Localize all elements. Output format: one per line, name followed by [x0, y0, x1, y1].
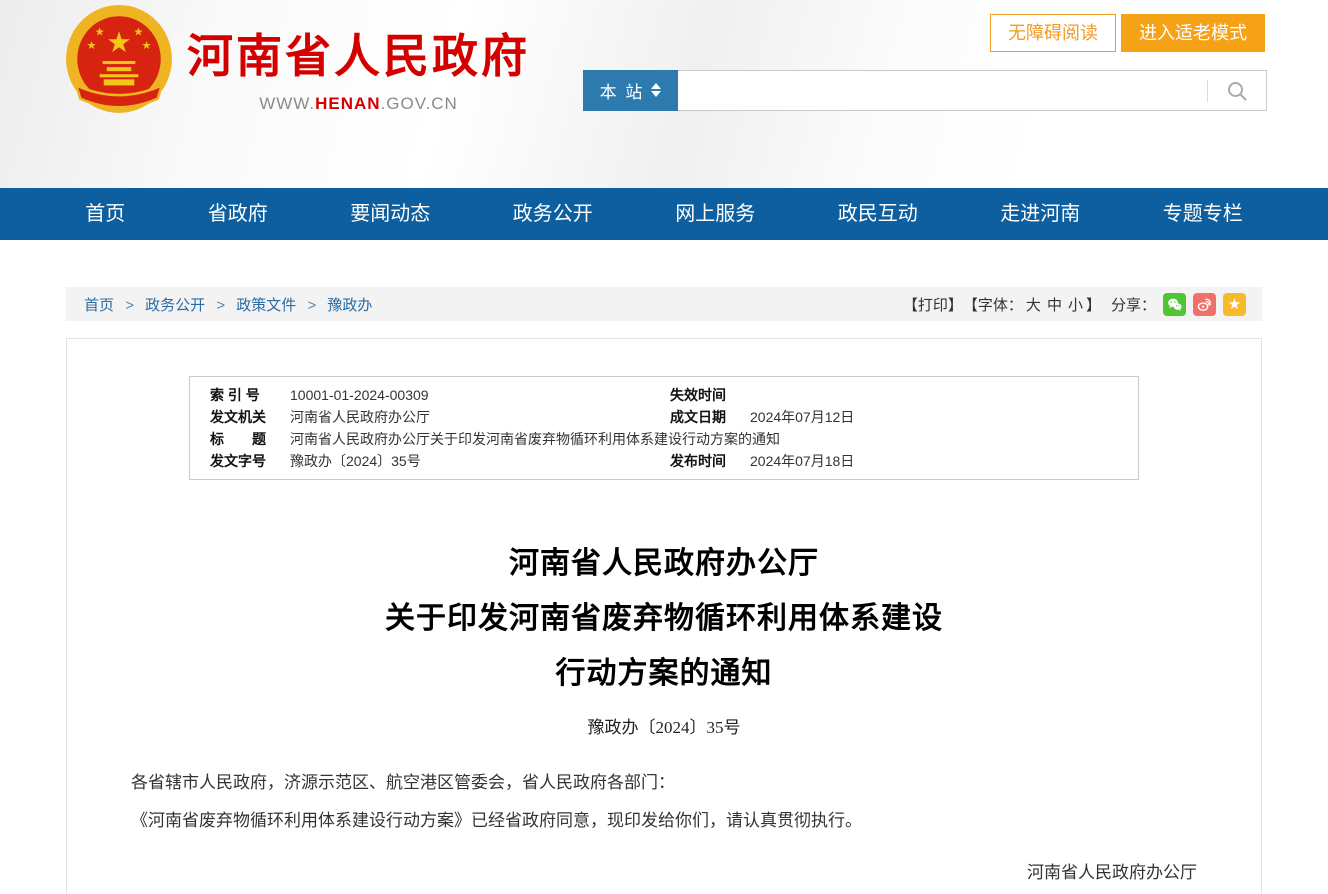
- meta-label-publish-date: 发布时间: [670, 450, 750, 472]
- meta-row-agency: 发文机关 河南省人民政府办公厅 成文日期 2024年07月12日: [190, 406, 1138, 428]
- brand[interactable]: ★ ★ ★ ★ ★ 河南省人民政府 WWW.HENAN.GOV.CN: [63, 4, 530, 118]
- document-title-line: 行动方案的通知: [67, 646, 1261, 701]
- elder-mode-button[interactable]: 进入适老模式: [1121, 14, 1265, 52]
- page: ★ ★ ★ ★ ★ 河南省人民政府 WWW.HENAN.GOV.CN 无障碍阅读…: [0, 0, 1328, 894]
- document-paragraph: 各省辖市人民政府，济源示范区、航空港区管委会，省人民政府各部门：: [97, 764, 1231, 802]
- font-size-small[interactable]: 小: [1068, 297, 1083, 314]
- chevron-updown-icon: [651, 83, 661, 97]
- breadcrumb-separator: >: [216, 297, 225, 314]
- weibo-icon: [1196, 296, 1213, 313]
- doc-meta-box: 索 引 号 10001-01-2024-00309 失效时间 发文机关 河南省人…: [189, 376, 1139, 480]
- meta-value-date-written: 2024年07月12日: [750, 406, 1138, 428]
- font-size-control: 【字体：大中小】: [963, 294, 1101, 315]
- meta-value-index-number: 10001-01-2024-00309: [290, 384, 670, 406]
- nav-item-provincial-government[interactable]: 省政府: [198, 188, 278, 240]
- site-url-highlight: HENAN: [315, 94, 380, 113]
- search-button[interactable]: [1208, 71, 1266, 110]
- star-icon: ★: [1228, 297, 1241, 312]
- nav-item-discover-henan[interactable]: 走进河南: [990, 188, 1090, 240]
- font-size-medium[interactable]: 中: [1047, 297, 1062, 314]
- svg-text:★: ★: [133, 27, 143, 39]
- breadcrumb-separator: >: [125, 297, 134, 314]
- meta-row-doc-number: 发文字号 豫政办〔2024〕35号 发布时间 2024年07月18日: [190, 450, 1138, 472]
- document-title-line: 河南省人民政府办公厅: [67, 536, 1261, 591]
- favorite-share-button[interactable]: ★: [1223, 293, 1246, 316]
- nav-item-gov-affairs-disclosure[interactable]: 政务公开: [503, 188, 603, 240]
- document-title-line: 关于印发河南省废弃物循环利用体系建设: [67, 591, 1261, 646]
- print-button[interactable]: 【打印】: [903, 294, 963, 315]
- meta-label-doc-number: 发文字号: [190, 450, 290, 472]
- signature-org: 河南省人民政府办公厅: [1027, 854, 1197, 892]
- nav-item-public-interaction[interactable]: 政民互动: [828, 188, 928, 240]
- nav-item-home[interactable]: 首页: [75, 188, 135, 240]
- meta-label-date-written: 成文日期: [670, 406, 750, 428]
- meta-row-index: 索 引 号 10001-01-2024-00309 失效时间: [190, 384, 1138, 406]
- search-scope-select[interactable]: 本 站: [583, 70, 678, 111]
- wechat-icon: [1166, 296, 1183, 313]
- main-nav: 首页 省政府 要闻动态 政务公开 网上服务 政民互动 走进河南 专题专栏: [0, 188, 1328, 240]
- meta-value-title: 河南省人民政府办公厅关于印发河南省废弃物循环利用体系建设行动方案的通知: [290, 428, 1138, 450]
- meta-value-doc-number: 豫政办〔2024〕35号: [290, 450, 670, 472]
- meta-row-title: 标 题 河南省人民政府办公厅关于印发河南省废弃物循环利用体系建设行动方案的通知: [190, 428, 1138, 450]
- document-signature: 河南省人民政府办公厅 2024年7月12日: [67, 854, 1261, 894]
- search-input[interactable]: [678, 71, 1207, 110]
- breadcrumb-policy-files[interactable]: 政策文件: [236, 297, 296, 314]
- svg-text:★: ★: [87, 40, 97, 52]
- meta-label-issuing-agency: 发文机关: [190, 406, 290, 428]
- accessibility-button[interactable]: 无障碍阅读: [990, 14, 1116, 52]
- meta-label-expiry-date: 失效时间: [670, 384, 750, 406]
- nav-item-online-services[interactable]: 网上服务: [665, 188, 765, 240]
- site-url-suffix: .GOV.CN: [381, 94, 458, 113]
- breadcrumb: 首页 > 政务公开 > 政策文件 > 豫政办: [84, 294, 372, 315]
- svg-text:★: ★: [106, 27, 132, 59]
- meta-value-expiry-date: [750, 384, 1138, 406]
- font-size-large[interactable]: 大: [1026, 297, 1041, 314]
- brand-text: 河南省人民政府 WWW.HENAN.GOV.CN: [187, 4, 530, 114]
- meta-value-publish-date: 2024年07月18日: [750, 450, 1138, 472]
- doc-meta-table: 索 引 号 10001-01-2024-00309 失效时间 发文机关 河南省人…: [190, 384, 1138, 472]
- site-header: ★ ★ ★ ★ ★ 河南省人民政府 WWW.HENAN.GOV.CN 无障碍阅读…: [0, 0, 1328, 188]
- meta-value-issuing-agency: 河南省人民政府办公厅: [290, 406, 670, 428]
- document-paragraph: 《河南省废弃物循环利用体系建设行动方案》已经省政府同意，现印发给你们，请认真贯彻…: [97, 802, 1231, 840]
- site-title: 河南省人民政府: [187, 20, 530, 86]
- meta-label-index-number: 索 引 号: [190, 384, 290, 406]
- document-body: 各省辖市人民政府，济源示范区、航空港区管委会，省人民政府各部门： 《河南省废弃物…: [67, 764, 1261, 840]
- nav-item-news[interactable]: 要闻动态: [340, 188, 440, 240]
- share-label: 分享：: [1111, 294, 1156, 315]
- breadcrumb-bar: 首页 > 政务公开 > 政策文件 > 豫政办 【打印】 【字体：大中小】 分享：: [66, 287, 1262, 321]
- meta-label-title: 标 题: [190, 428, 290, 450]
- document-title: 河南省人民政府办公厅 关于印发河南省废弃物循环利用体系建设 行动方案的通知: [67, 536, 1261, 701]
- search-icon: [1226, 80, 1248, 102]
- font-label-prefix: 【字体：: [963, 297, 1023, 314]
- page-tools: 【打印】 【字体：大中小】 分享：: [899, 293, 1246, 316]
- svg-text:★: ★: [95, 27, 105, 39]
- breadcrumb-yuzhengban[interactable]: 豫政办: [327, 297, 372, 314]
- national-emblem-logo: ★ ★ ★ ★ ★: [63, 4, 175, 118]
- nav-item-special-topics[interactable]: 专题专栏: [1153, 188, 1253, 240]
- font-label-suffix: 】: [1086, 297, 1101, 314]
- site-url: WWW.HENAN.GOV.CN: [187, 94, 530, 114]
- site-url-prefix: WWW.: [259, 94, 315, 113]
- breadcrumb-gov-affairs[interactable]: 政务公开: [145, 297, 205, 314]
- svg-text:★: ★: [141, 40, 151, 52]
- wechat-share-button[interactable]: [1163, 293, 1186, 316]
- search-scope-label: 本 站: [600, 78, 645, 103]
- header-quick-buttons: 无障碍阅读 进入适老模式: [990, 14, 1265, 52]
- breadcrumb-separator: >: [307, 297, 316, 314]
- breadcrumb-home[interactable]: 首页: [84, 297, 114, 314]
- document-number: 豫政办〔2024〕35号: [67, 713, 1261, 738]
- weibo-share-button[interactable]: [1193, 293, 1216, 316]
- search-bar: 本 站: [583, 70, 1267, 111]
- document-card: 索 引 号 10001-01-2024-00309 失效时间 发文机关 河南省人…: [66, 338, 1262, 894]
